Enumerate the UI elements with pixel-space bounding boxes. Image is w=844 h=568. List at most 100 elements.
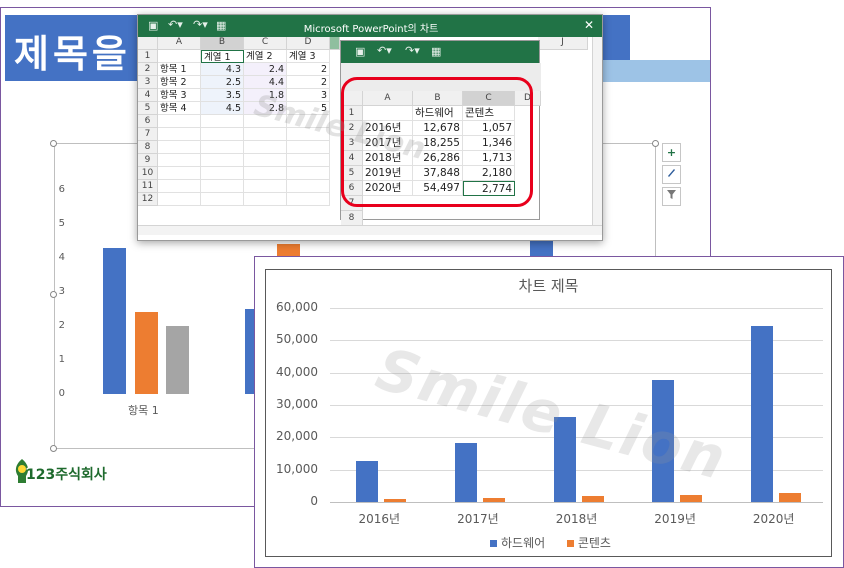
bar-content[interactable] [384,498,407,502]
row-header[interactable]: 9 [138,154,158,167]
cell-empty[interactable] [244,141,287,154]
column-header[interactable]: J [538,37,588,50]
chart-title[interactable]: 차트 제목 [265,275,832,296]
bg-bar-series1 [103,248,126,394]
gridline [330,469,823,471]
row-header[interactable]: 11 [138,180,158,193]
cell[interactable]: 4.5 [201,102,244,115]
brush-icon[interactable] [662,165,681,184]
resize-handle[interactable] [50,445,57,452]
bg-y-tick-label: 3 [58,286,65,297]
cell-empty[interactable] [201,167,244,180]
bar-content[interactable] [680,494,703,502]
close-icon[interactable]: ✕ [584,18,594,32]
row-header[interactable]: 8 [341,211,363,226]
row-header[interactable]: 4 [138,89,158,102]
bar-content[interactable] [581,496,604,502]
plus-icon[interactable]: + [662,143,681,162]
bg-y-tick-label: 5 [58,218,65,229]
bar-content[interactable] [482,497,505,502]
bar-hardware[interactable] [454,442,477,502]
row-header[interactable]: 1 [138,50,158,63]
column-header[interactable]: A [158,37,201,50]
cell[interactable]: 4.3 [201,63,244,76]
slide-title[interactable]: 제목을 [14,23,131,78]
cell-empty[interactable] [158,115,201,128]
row-header[interactable]: 12 [138,193,158,206]
cell-empty[interactable] [287,180,330,193]
cell-empty[interactable] [287,193,330,206]
column-header-sliver[interactable] [330,37,340,50]
row-header[interactable]: 2 [138,63,158,76]
cell[interactable]: 2 [287,63,330,76]
title-bar[interactable]: ▣ ↶▾ ↷▾ ▦ [341,41,539,63]
bar-hardware[interactable] [750,325,773,502]
row-header[interactable]: 7 [138,128,158,141]
bg-bar-series2 [135,312,158,394]
cell[interactable]: 항목 1 [158,63,201,76]
bg-bar-series3 [166,326,189,394]
row-header[interactable]: 6 [138,115,158,128]
legend-swatch [490,540,497,547]
cell-empty[interactable] [287,154,330,167]
cell-empty[interactable] [158,128,201,141]
cell-empty[interactable] [158,180,201,193]
cell[interactable]: 항목 2 [158,76,201,89]
cell-empty[interactable] [201,193,244,206]
cell[interactable] [158,50,201,63]
cell-selected[interactable]: 계열 1 [201,50,244,63]
redo-icon[interactable]: ↷▾ [405,44,420,57]
cell-empty[interactable] [201,180,244,193]
cell[interactable]: 2.4 [244,63,287,76]
cell[interactable]: 계열 2 [244,50,287,63]
cell-empty[interactable] [158,167,201,180]
row-header[interactable]: 10 [138,167,158,180]
cell-empty[interactable] [158,154,201,167]
cell-empty[interactable] [244,154,287,167]
title-bar[interactable]: ▣ ↶▾ ↷▾ ▦ Microsoft PowerPoint의 차트 ✕ [138,15,602,37]
cell-empty[interactable] [244,167,287,180]
y-tick-label: 30,000 [276,397,318,411]
column-header[interactable]: B [201,37,244,50]
filter-icon[interactable] [662,187,681,206]
cell[interactable]: 2 [287,76,330,89]
cell[interactable]: 4.4 [244,76,287,89]
cell[interactable]: 계열 3 [287,50,330,63]
row-header[interactable]: 3 [138,76,158,89]
cell[interactable]: 3.5 [201,89,244,102]
bg-y-tick-label: 1 [58,354,65,365]
cell-empty[interactable] [287,167,330,180]
row-header[interactable]: 5 [138,102,158,115]
column-header[interactable]: C [244,37,287,50]
cell[interactable]: 2.5 [201,76,244,89]
cell-empty[interactable] [158,141,201,154]
x-category-label: 2019년 [654,512,696,526]
cell[interactable]: 항목 4 [158,102,201,115]
row-header[interactable]: 8 [138,141,158,154]
cell-empty[interactable] [201,154,244,167]
horizontal-scrollbar[interactable] [138,225,602,235]
legend-label: 하드웨어 [501,536,546,550]
cell-empty[interactable] [287,141,330,154]
cell-empty[interactable] [201,141,244,154]
cell[interactable]: 항목 3 [158,89,201,102]
column-header[interactable]: D [287,37,330,50]
bg-category-label: 항목 1 [128,404,159,417]
cell-empty[interactable] [201,115,244,128]
chart-legend[interactable]: 하드웨어 콘텐츠 [490,534,611,551]
edit-data-icon[interactable]: ▦ [431,45,441,58]
cell-empty[interactable] [201,128,244,141]
cell-empty[interactable] [244,180,287,193]
resize-handle[interactable] [50,140,57,147]
bar-content[interactable] [778,493,801,502]
cell-empty[interactable] [244,193,287,206]
bar-hardware[interactable] [356,461,379,502]
gridline [330,308,823,309]
select-all-corner[interactable] [138,37,158,50]
save-icon[interactable]: ▣ [355,45,365,58]
cell-empty[interactable] [158,193,201,206]
bg-y-tick-label: 4 [58,252,65,263]
vertical-scrollbar[interactable] [592,37,602,225]
undo-icon[interactable]: ↶▾ [377,44,392,57]
resize-handle[interactable] [652,140,659,147]
